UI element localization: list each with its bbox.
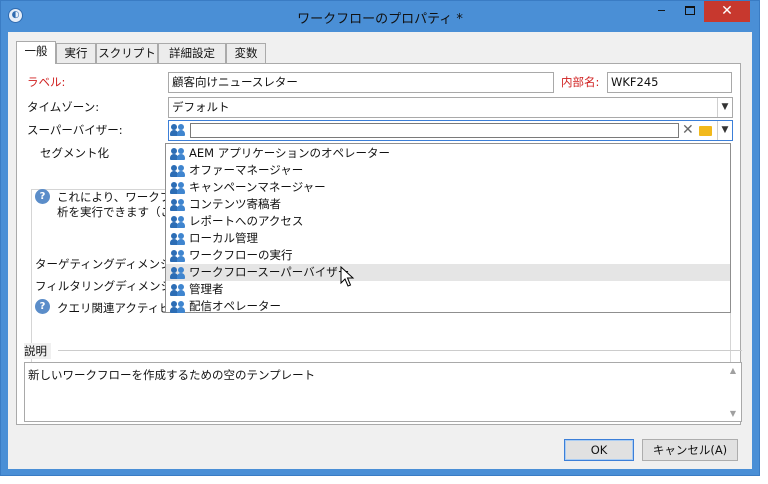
segmentation-title: セグメント化: [37, 145, 112, 161]
info-icon: ?: [35, 189, 50, 204]
dropdown-option[interactable]: AEM アプリケーションのオペレーター: [166, 145, 730, 162]
scroll-up-icon[interactable]: ▲: [725, 366, 741, 375]
dropdown-option-label: キャンペーンマネージャー: [189, 180, 326, 194]
supervisor-caption: スーパーバイザー:: [27, 123, 123, 137]
title-bar[interactable]: ◐ ワークフローのプロパティ * ‒ ✕: [1, 1, 759, 32]
description-title: 説明: [24, 343, 51, 359]
dropdown-option[interactable]: キャンペーンマネージャー: [166, 179, 730, 196]
group-icon: [170, 164, 186, 178]
tab-variables[interactable]: 変数: [226, 43, 266, 63]
supervisor-text-input[interactable]: [190, 123, 679, 138]
supervisor-dropdown-list: AEM アプリケーションのオペレーター オファーマネージャー キャンペーンマネー…: [165, 143, 731, 313]
dropdown-option-label: ローカル管理: [189, 231, 258, 245]
group-icon: [170, 181, 186, 195]
tab-general[interactable]: 一般: [16, 41, 56, 64]
tab-script[interactable]: スクリプト: [96, 43, 158, 63]
internal-name-input[interactable]: WKF245: [607, 72, 732, 93]
group-icon: [170, 198, 186, 212]
dropdown-option-label: 管理者: [189, 282, 224, 296]
dropdown-option[interactable]: ワークフローの実行: [166, 247, 730, 264]
dropdown-option-hovered[interactable]: ワークフロースーパーバイザー: [166, 264, 730, 281]
dropdown-option-label: コンテンツ寄稿者: [189, 197, 281, 211]
dropdown-option[interactable]: 管理者: [166, 281, 730, 298]
timezone-select[interactable]: デフォルト ▼: [168, 97, 733, 118]
tab-execution[interactable]: 実行: [56, 43, 96, 63]
dropdown-option-label: レポートへのアクセス: [189, 214, 304, 228]
description-scrollbar[interactable]: ▲ ▼: [725, 363, 741, 421]
dropdown-option[interactable]: ローカル管理: [166, 230, 730, 247]
maximize-icon: [684, 6, 695, 15]
chevron-down-icon[interactable]: ▼: [717, 121, 732, 140]
group-icon: [170, 147, 186, 161]
chevron-down-icon[interactable]: ▼: [717, 98, 732, 117]
description-text: 新しいワークフローを作成するための空のテンプレート: [28, 368, 316, 382]
tab-advanced[interactable]: 詳細設定: [158, 43, 226, 63]
supervisor-combobox[interactable]: ✕ ▼: [168, 120, 733, 141]
cancel-button[interactable]: キャンセル(A): [642, 439, 738, 461]
scroll-down-icon[interactable]: ▼: [725, 409, 741, 418]
dropdown-option-label: AEM アプリケーションのオペレーター: [189, 146, 390, 160]
group-icon: [170, 283, 186, 297]
internal-name-caption: 内部名:: [561, 75, 600, 89]
group-icon: [170, 266, 186, 280]
timezone-value: デフォルト: [172, 100, 230, 114]
ok-button[interactable]: OK: [564, 439, 634, 461]
dropdown-option-label: オファーマネージャー: [189, 163, 304, 177]
dropdown-option-label: ワークフロースーパーバイザー: [189, 265, 350, 279]
label-input[interactable]: 顧客向けニュースレター: [168, 72, 554, 93]
dropdown-option-label: 配信オペレーター: [189, 299, 281, 313]
group-icon: [170, 232, 186, 246]
window-title: ワークフローのプロパティ *: [297, 12, 463, 27]
group-icon: [170, 300, 186, 314]
maximize-button[interactable]: [676, 1, 703, 22]
dropdown-option[interactable]: オファーマネージャー: [166, 162, 730, 179]
group-icon: [170, 215, 186, 229]
label-caption: ラベル:: [27, 75, 66, 89]
timezone-caption: タイムゾーン:: [27, 100, 100, 114]
description-textarea[interactable]: 新しいワークフローを作成するための空のテンプレート ▲ ▼: [24, 362, 742, 422]
dropdown-option[interactable]: 配信オペレーター: [166, 298, 730, 313]
group-icon: [170, 123, 186, 137]
dropdown-option[interactable]: レポートへのアクセス: [166, 213, 730, 230]
description-divider: [58, 350, 742, 351]
close-button[interactable]: ✕: [704, 1, 750, 22]
mouse-cursor-icon: [340, 266, 355, 287]
dropdown-option[interactable]: コンテンツ寄稿者: [166, 196, 730, 213]
info-icon: ?: [35, 299, 50, 314]
dropdown-option-label: ワークフローの実行: [189, 248, 293, 262]
group-icon: [170, 249, 186, 263]
folder-icon[interactable]: [699, 126, 712, 136]
minimize-button[interactable]: ‒: [648, 1, 675, 22]
clear-icon[interactable]: ✕: [682, 121, 694, 140]
